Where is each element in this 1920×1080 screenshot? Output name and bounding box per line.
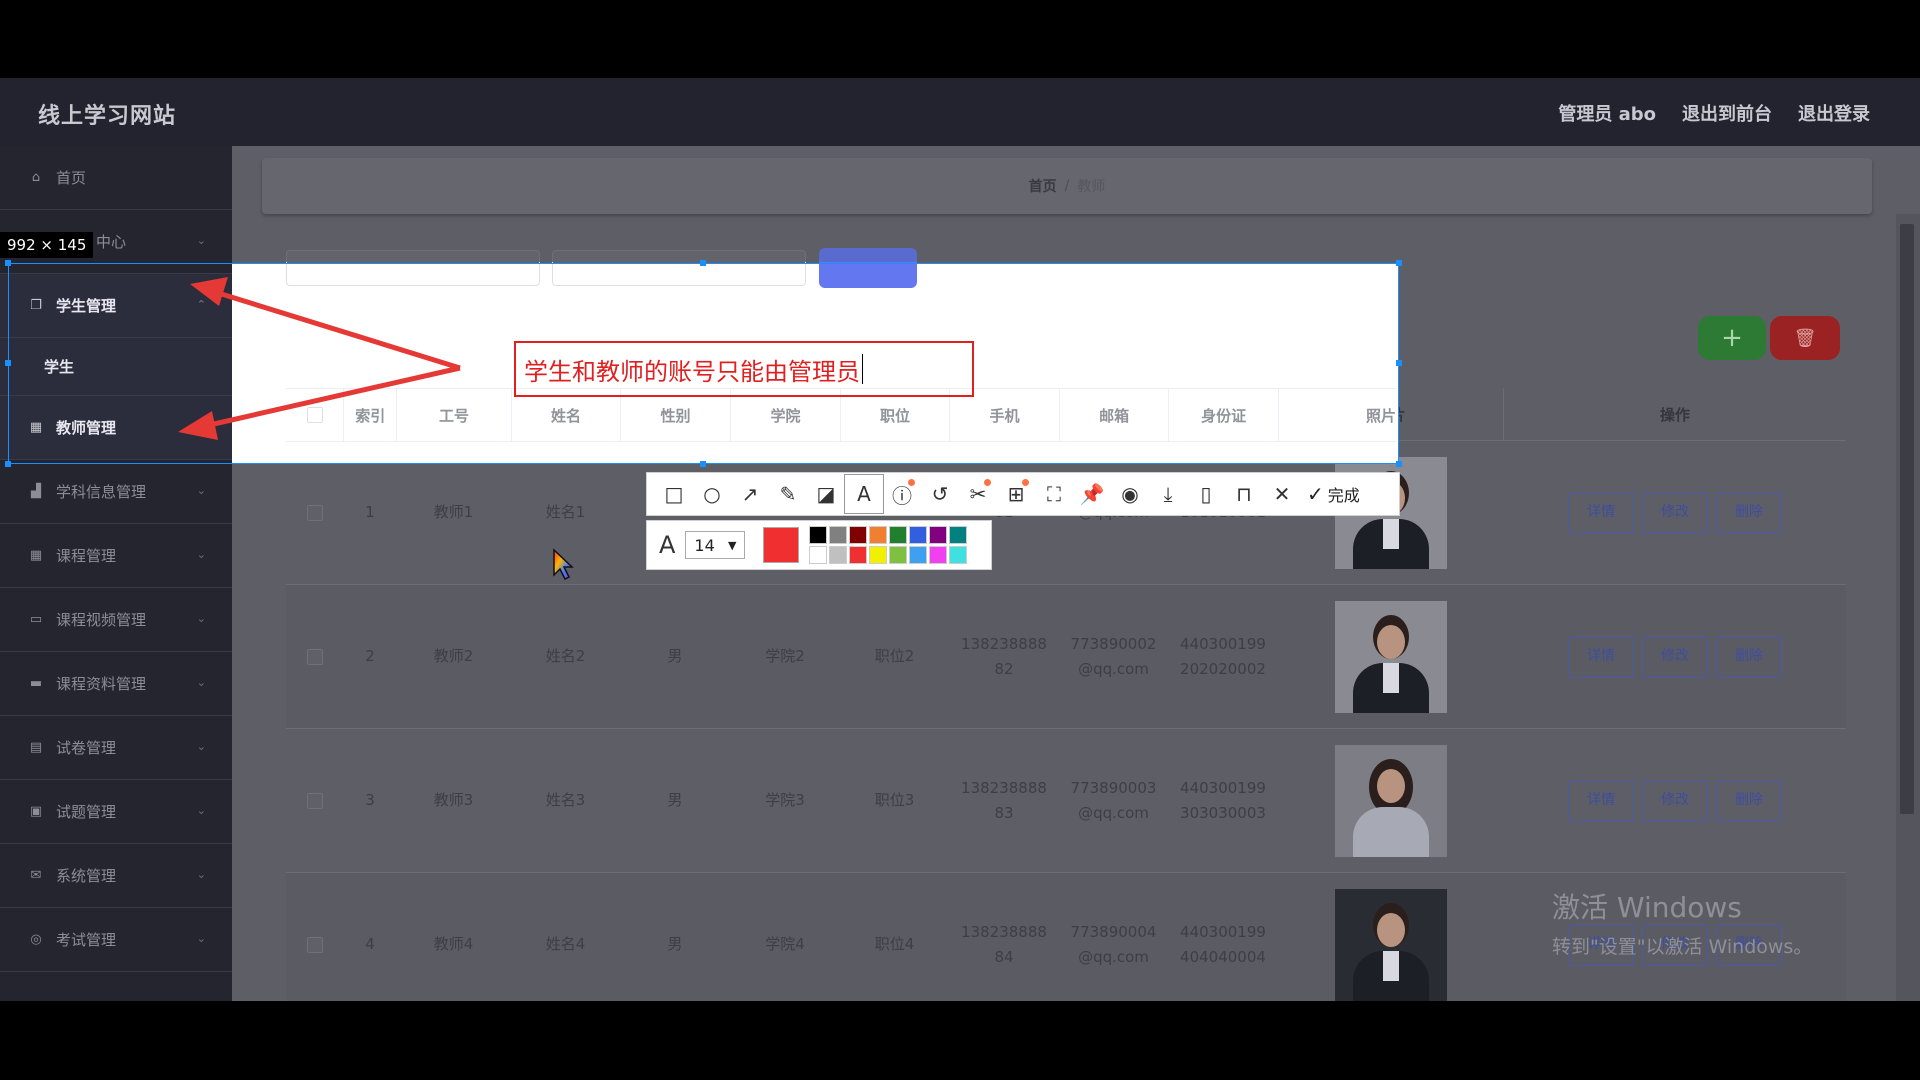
arrow-tool-icon[interactable]: ↗ [731, 475, 769, 513]
pencil-tool-icon[interactable]: ✎ [769, 475, 807, 513]
arrow-to-student-management [190, 277, 461, 371]
watermark-title: 激活 Windows [1552, 891, 1742, 924]
color-swatch[interactable] [869, 526, 888, 544]
color-swatch[interactable] [849, 546, 868, 564]
color-swatch[interactable] [829, 546, 848, 564]
close-icon[interactable]: ✕ [1263, 475, 1301, 513]
done-button[interactable]: ✓ 完成 [1307, 482, 1360, 506]
bookmark-icon[interactable]: ⊓ [1225, 475, 1263, 513]
cut-out-icon[interactable]: ✂ [959, 475, 997, 513]
color-swatch[interactable] [949, 526, 968, 544]
color-swatch[interactable] [849, 526, 868, 544]
color-swatch[interactable] [869, 546, 888, 564]
done-label: 完成 [1327, 486, 1360, 505]
screenshot-toolbar: □ ○ ↗ ✎ ◪ A ⓘ ↺ ✂ ⊞ ⛶ 📌 ◉ ⤓ ▯ ⊓ ✕ ✓ 完成 [646, 472, 1400, 516]
annotation-text-box[interactable]: 学生和教师的账号只能由管理员 [514, 341, 974, 397]
arrow-to-teacher-management [178, 365, 461, 440]
color-palette [809, 526, 968, 564]
color-swatch[interactable] [889, 546, 908, 564]
color-swatch[interactable] [889, 526, 908, 544]
undo-icon[interactable]: ↺ [921, 475, 959, 513]
color-swatch[interactable] [909, 546, 928, 564]
check-icon: ✓ [1307, 482, 1324, 506]
app-window: 线上学习网站 管理员 abo 退出到前台 退出登录 ⌂ 首页 ● 中心 ⌄ ❐ … [0, 78, 1920, 1001]
text-tool-icon[interactable]: A [844, 474, 884, 514]
color-swatch[interactable] [829, 526, 848, 544]
color-swatch[interactable] [909, 526, 928, 544]
text-caret [862, 354, 863, 384]
download-icon[interactable]: ⤓ [1149, 475, 1187, 513]
record-icon[interactable]: ◉ [1111, 475, 1149, 513]
chevron-down-icon: ▼ [727, 538, 737, 552]
save-device-icon[interactable]: ▯ [1187, 475, 1225, 513]
color-swatch[interactable] [809, 526, 828, 544]
font-icon: A [659, 531, 676, 559]
font-size-select[interactable]: 14 ▼ [685, 531, 746, 559]
circle-tool-icon[interactable]: ○ [693, 475, 731, 513]
annotation-text: 学生和教师的账号只能由管理员 [524, 357, 860, 386]
fullscreen-capture-icon[interactable]: ⛶ [1035, 475, 1073, 513]
watermark-subtitle: 转到"设置"以激活 Windows。 [1552, 936, 1813, 958]
color-swatch[interactable] [929, 546, 948, 564]
color-swatch[interactable] [809, 546, 828, 564]
number-marker-icon[interactable]: ⓘ [883, 475, 921, 513]
current-color-swatch[interactable] [763, 527, 800, 563]
rectangle-tool-icon[interactable]: □ [655, 475, 693, 513]
windows-activation-watermark: 激活 Windows 转到"设置"以激活 Windows。 [1552, 886, 1812, 959]
text-style-bar: A 14 ▼ [646, 520, 992, 570]
translate-icon[interactable]: ⊞ [997, 475, 1035, 513]
mosaic-tool-icon[interactable]: ◪ [807, 475, 845, 513]
mouse-cursor-icon [552, 548, 578, 586]
font-size-value: 14 [694, 535, 715, 555]
color-swatch[interactable] [929, 526, 948, 544]
color-swatch[interactable] [949, 546, 968, 564]
pin-icon[interactable]: 📌 [1073, 475, 1111, 513]
